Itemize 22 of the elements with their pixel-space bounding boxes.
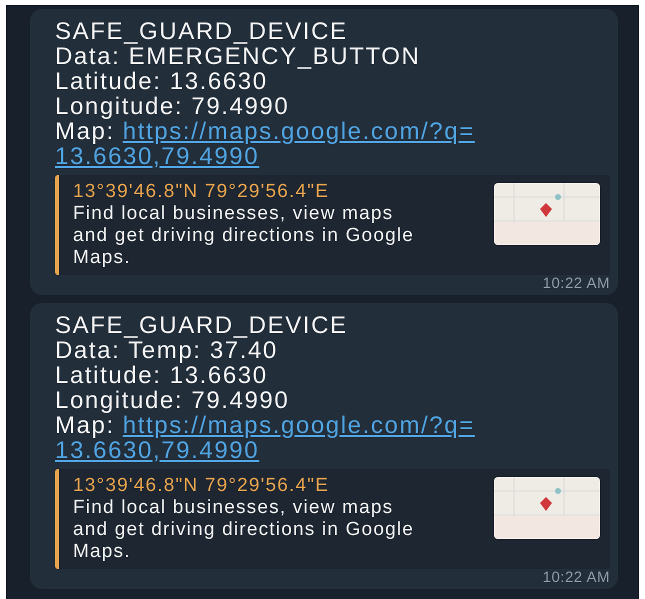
longitude-line: Longitude: 79.4990 xyxy=(55,388,290,413)
longitude-line: Longitude: 79.4990 xyxy=(55,94,290,119)
data-line: Data: Temp: 37.40 xyxy=(55,338,278,363)
map-link[interactable]: https://maps.google.com/?q= xyxy=(122,413,475,438)
preview-description: Find local businesses, view maps and get driving directions in Google Maps. xyxy=(73,203,416,269)
message-time: 10:22 AM xyxy=(542,569,610,587)
message-time: 10:22 AM xyxy=(542,275,610,293)
link-preview[interactable]: 13°39'46.8"N 79°29'56.4"E Find local businesses, view maps and get driving directions in Google Maps. xyxy=(55,175,610,275)
map-link[interactable]: https://maps.google.com/?q= xyxy=(122,119,475,144)
map-label: Map: xyxy=(55,119,115,144)
preview-title: 13°39'46.8"N 79°29'56.4"E xyxy=(73,181,330,203)
data-line: Data: EMERGENCY_BUTTON xyxy=(55,44,422,69)
preview-description: Find local businesses, view maps and get driving directions in Google Maps. xyxy=(73,497,416,563)
sender-name: SAFE_GUARD_DEVICE xyxy=(55,19,349,44)
map-link[interactable]: 13.6630,79.4990 xyxy=(55,438,260,463)
sender-name: SAFE_GUARD_DEVICE xyxy=(55,313,349,338)
latitude-line: Latitude: 13.6630 xyxy=(55,363,269,388)
latitude-line: Latitude: 13.6630 xyxy=(55,69,268,94)
map-link[interactable]: 13.6630,79.4990 xyxy=(55,144,260,169)
preview-title: 13°39'46.8"N 79°29'56.4"E xyxy=(73,475,330,497)
link-preview[interactable]: 13°39'46.8"N 79°29'56.4"E Find local businesses, view maps and get driving directions in Google Maps. xyxy=(55,469,610,569)
map-label: Map: xyxy=(55,413,115,438)
